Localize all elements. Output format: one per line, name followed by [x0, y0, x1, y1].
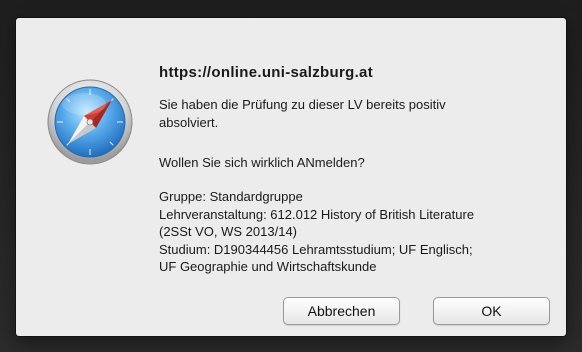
dialog-title: https://online.uni-salzburg.at: [159, 64, 373, 81]
detail-line: UF Geographie und Wirtschaftskunde: [159, 259, 377, 274]
detail-line: Gruppe: Standardgruppe: [159, 189, 303, 204]
safari-compass-icon: [47, 79, 133, 165]
message-line: absolviert.: [159, 115, 219, 130]
cancel-button[interactable]: Abbrechen: [283, 297, 400, 325]
detail-line: Studium: D190344456 Lehramtsstudium; UF …: [159, 241, 473, 257]
dialog-message: Sie haben die Prüfung zu dieser LV berei…: [159, 96, 559, 132]
detail-line: (2SSt VO, WS 2013/14): [159, 224, 298, 239]
dark-backdrop: https://online.uni-salzburg.at Sie haben…: [0, 0, 582, 352]
detail-line: Lehrveranstaltung: 612.012 History of Br…: [159, 206, 475, 222]
alert-dialog: https://online.uni-salzburg.at Sie haben…: [16, 18, 566, 336]
registration-details: Gruppe: Standardgruppe Lehrveranstaltung…: [159, 188, 559, 276]
confirmation-question: Wollen Sie sich wirklich ANmelden?: [159, 155, 365, 170]
message-line: Sie haben die Prüfung zu dieser LV berei…: [159, 97, 446, 112]
ok-button[interactable]: OK: [433, 297, 550, 325]
